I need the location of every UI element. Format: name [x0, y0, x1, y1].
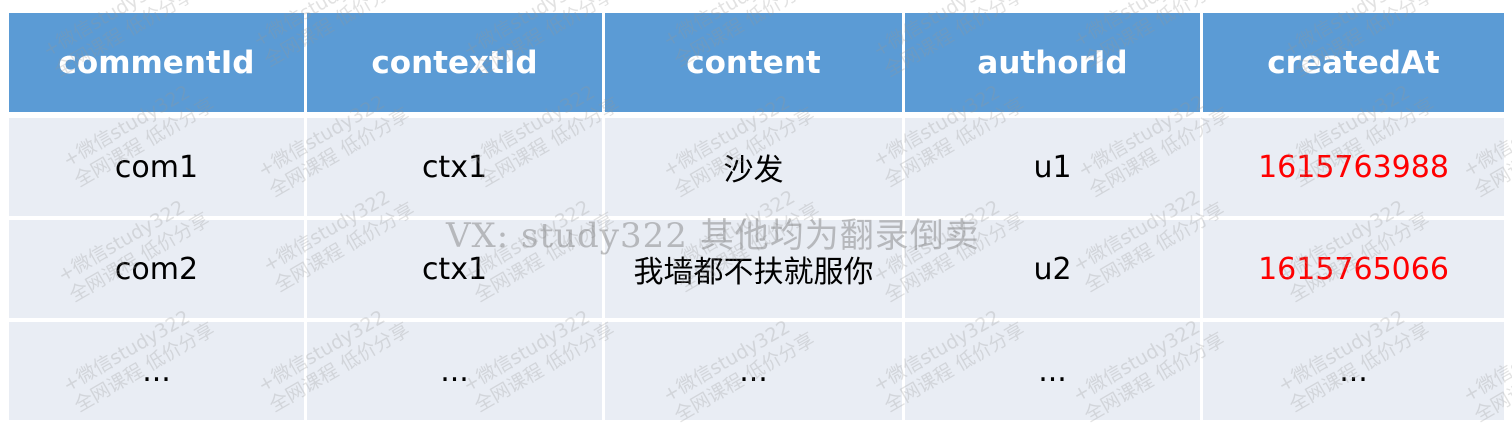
- header-content: content: [605, 13, 905, 118]
- comments-table: commentId contextId content authorId cre…: [9, 13, 1504, 420]
- table-row: com2 ctx1 我墙都不扶就服你 u2 1615765066: [9, 220, 1504, 322]
- cell-comment-id: com2: [9, 220, 307, 322]
- header-context-id: contextId: [307, 13, 605, 118]
- cell-content: 沙发: [605, 118, 905, 220]
- comments-table-slide: commentId contextId content authorId cre…: [0, 0, 1512, 439]
- cell-author-id: u1: [905, 118, 1203, 220]
- header-created-at: createdAt: [1203, 13, 1504, 118]
- table-row: ... ... ... ... ...: [9, 322, 1504, 420]
- cell-author-id: u2: [905, 220, 1203, 322]
- cell-created-at: 1615765066: [1203, 220, 1504, 322]
- cell-context-id: ...: [307, 322, 605, 420]
- table-row: com1 ctx1 沙发 u1 1615763988: [9, 118, 1504, 220]
- cell-created-at: ...: [1203, 322, 1504, 420]
- header-row: commentId contextId content authorId cre…: [9, 13, 1504, 118]
- header-author-id: authorId: [905, 13, 1203, 118]
- cell-author-id: ...: [905, 322, 1203, 420]
- cell-content: ...: [605, 322, 905, 420]
- cell-context-id: ctx1: [307, 118, 605, 220]
- cell-context-id: ctx1: [307, 220, 605, 322]
- cell-comment-id: com1: [9, 118, 307, 220]
- cell-comment-id: ...: [9, 322, 307, 420]
- cell-content: 我墙都不扶就服你: [605, 220, 905, 322]
- header-comment-id: commentId: [9, 13, 307, 118]
- cell-created-at: 1615763988: [1203, 118, 1504, 220]
